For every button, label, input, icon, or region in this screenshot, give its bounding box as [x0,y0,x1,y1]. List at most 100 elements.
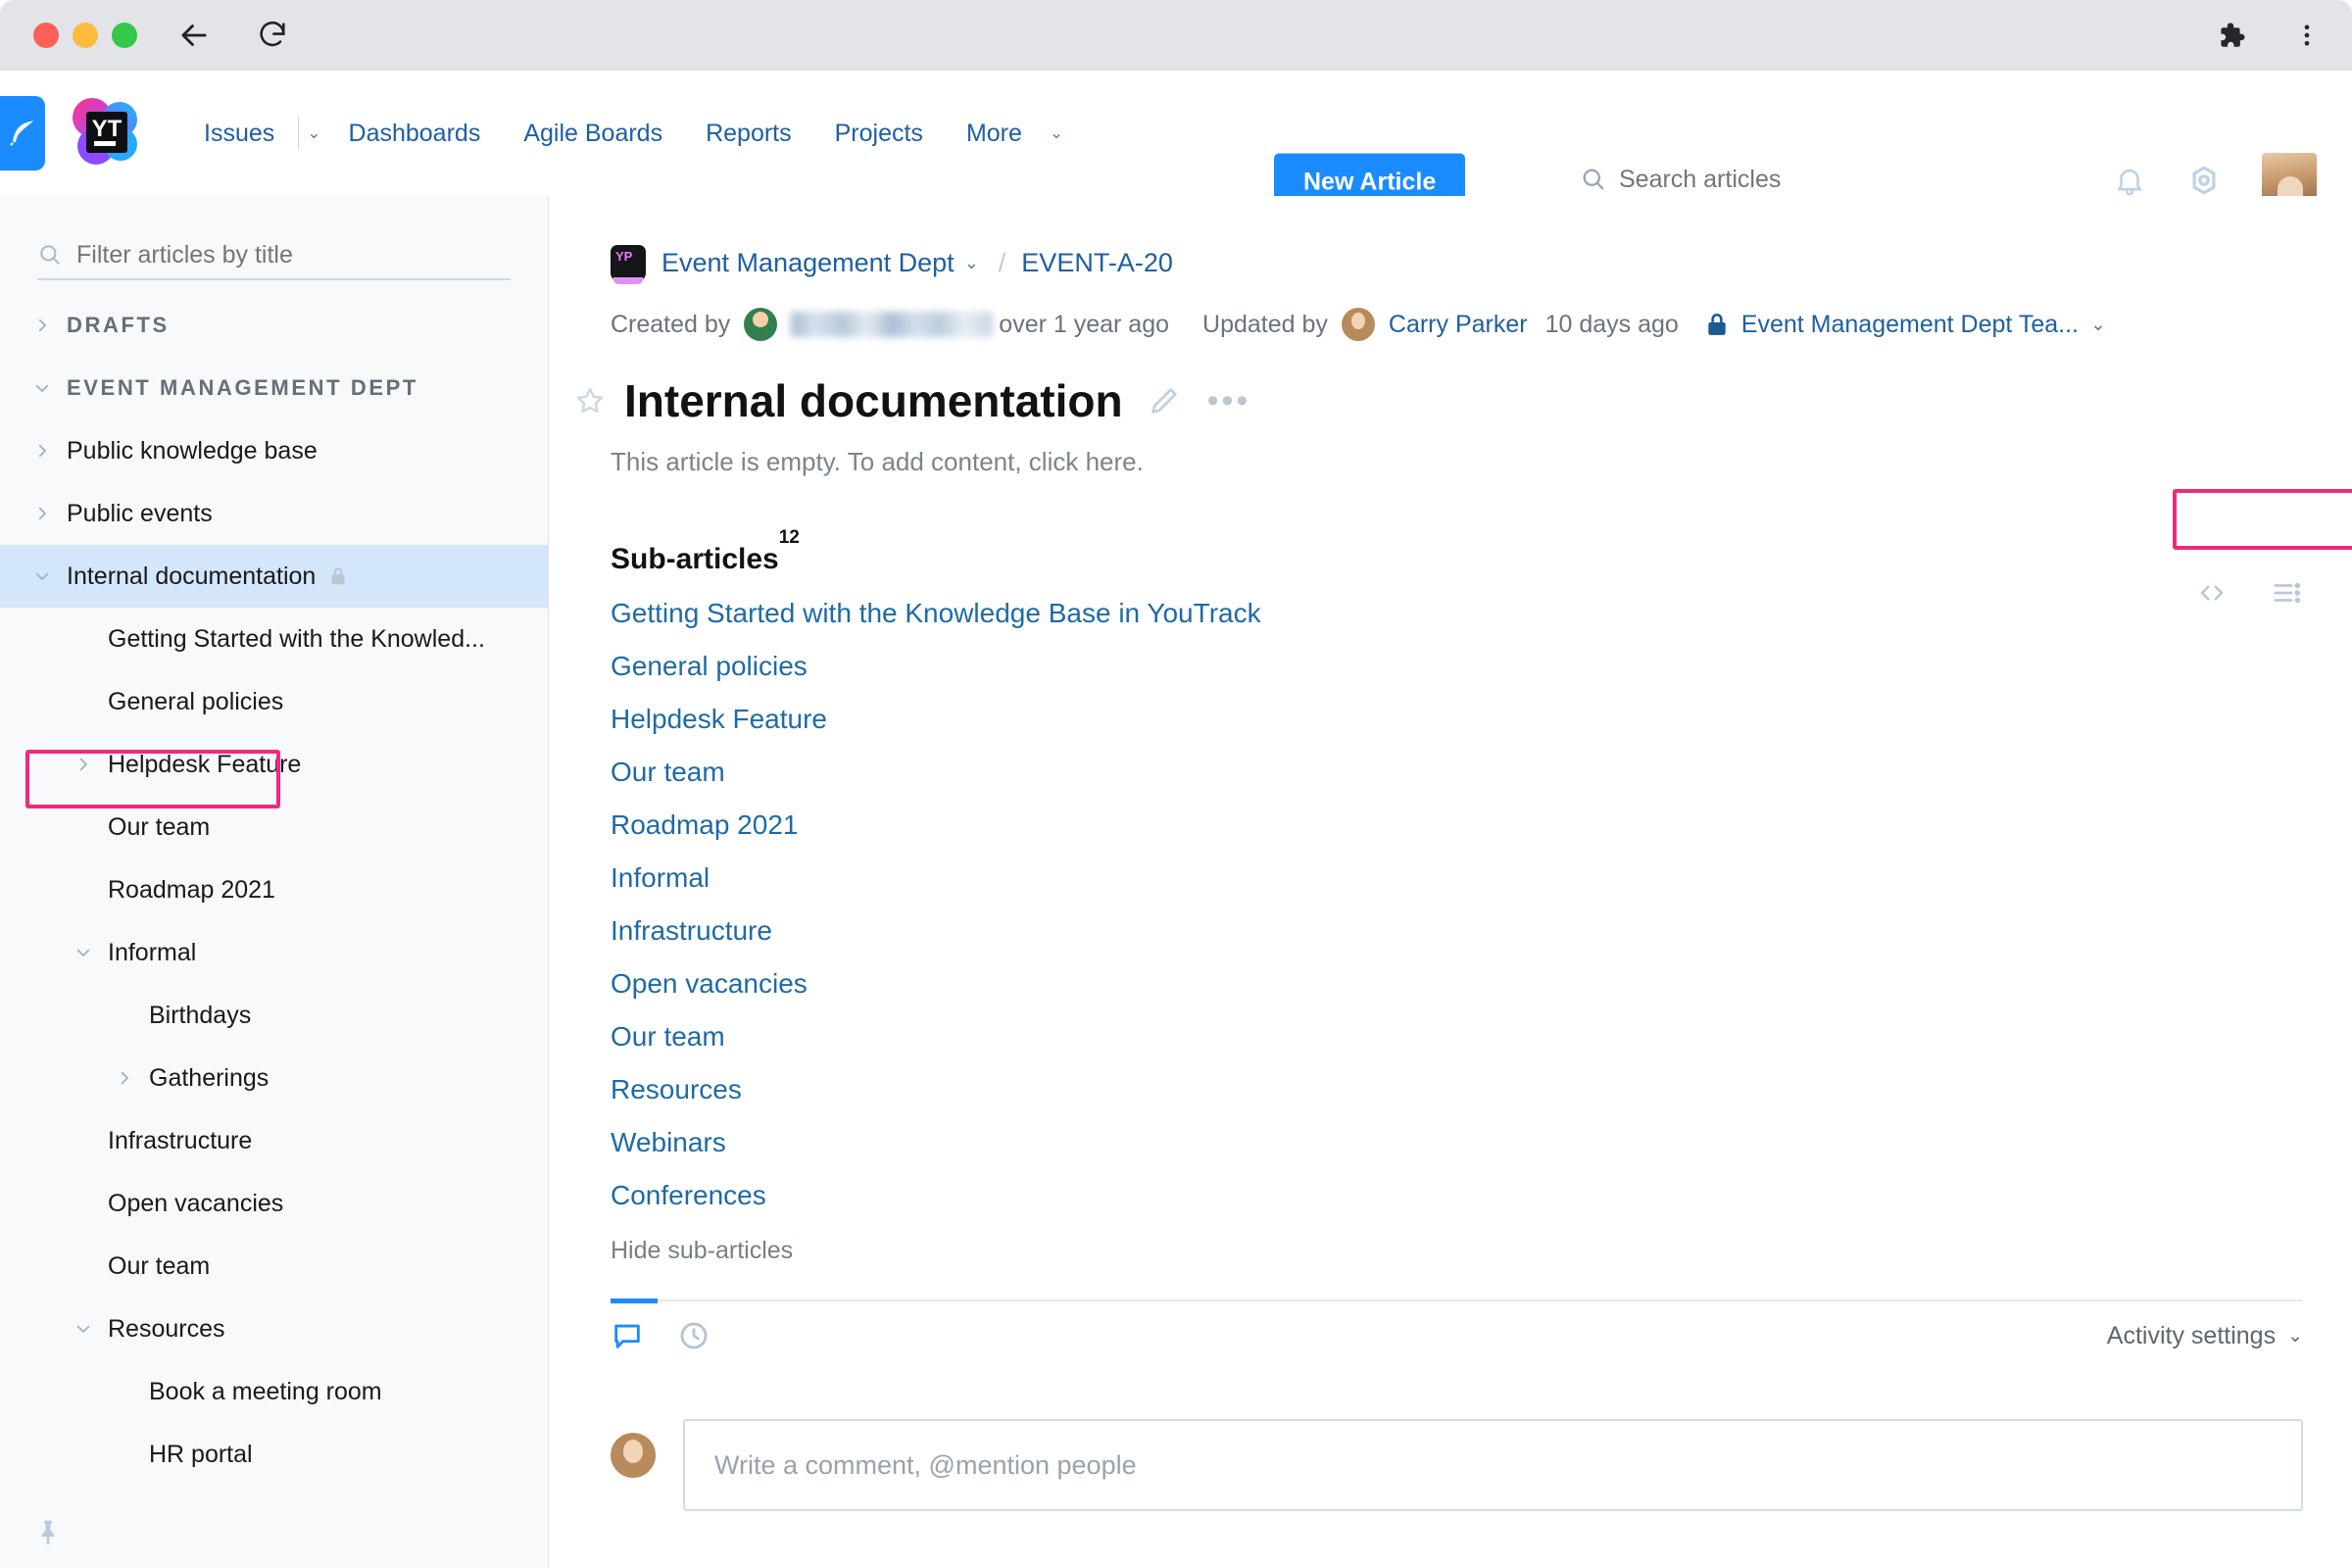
articles-tree: DRAFTS EVENT MANAGEMENT DEPT Public knowle… [0,294,548,1486]
chevron-down-icon[interactable] [25,379,59,397]
chevron-down-icon[interactable] [25,567,59,585]
sidebar-item-internal-documentation[interactable]: Internal documentation [0,545,548,608]
star-icon[interactable] [573,384,607,417]
maximize-window-button[interactable] [112,23,137,48]
nav-divider [298,117,300,150]
sidebar-item-infrastructure[interactable]: Infrastructure [0,1109,548,1172]
subarticle-link[interactable]: Our team [611,757,725,788]
active-tab-indicator [611,1298,658,1303]
sidebar-item-informal[interactable]: Informal [0,921,548,984]
subarticle-link[interactable]: General policies [611,651,808,682]
sidebar-item-label: Helpdesk Feature [108,750,302,778]
sidebar-item-drafts[interactable]: DRAFTS [0,294,548,357]
chevron-right-icon[interactable] [67,756,100,773]
chevron-right-icon[interactable] [25,442,59,460]
reload-icon[interactable] [251,14,294,57]
sidebar-item-our-team[interactable]: Our team [0,1235,548,1298]
sidebar-item-general-policies[interactable]: General policies [0,670,548,733]
subarticle-link[interactable]: Roadmap 2021 [611,809,798,841]
sidebar-item-gatherings[interactable]: Gatherings [0,1047,548,1109]
breadcrumb-chevron-down-icon[interactable]: ⌄ [964,253,979,273]
subarticle-link[interactable]: Webinars [611,1127,726,1158]
sidebar-item-getting-started-with-the-knowled[interactable]: Getting Started with the Knowled... [0,608,548,670]
pin-icon[interactable] [33,1517,63,1546]
comments-tab-icon[interactable] [611,1319,644,1352]
sidebar-item-book-a-meeting-room[interactable]: Book a meeting room [0,1360,548,1423]
subarticle-link[interactable]: Open vacancies [611,968,808,1000]
subarticles-section: Sub-articles12 Getting Started with the … [611,527,2352,1265]
nav-item-projects[interactable]: Projects [813,120,945,148]
breadcrumb-article-id[interactable]: EVENT-A-20 [1021,248,1173,278]
nav-item-dashboards[interactable]: Dashboards [327,120,503,148]
visibility-selector[interactable]: Event Management Dept Tea... ⌄ [1704,310,2106,339]
feedback-quill-icon[interactable] [0,96,45,171]
filter-articles-field[interactable] [37,231,511,280]
sidebar-item-public-events[interactable]: Public events [0,482,548,545]
history-tab-icon[interactable] [677,1319,710,1352]
youtrack-logo[interactable]: YT [65,92,145,172]
sidebar-item-hr-portal[interactable]: HR portal [0,1423,548,1486]
created-ago: over 1 year ago [999,310,1170,338]
chevron-right-icon[interactable] [108,1069,141,1087]
close-window-button[interactable] [33,23,59,48]
breadcrumb: YP Event Management Dept ⌄ / EVENT-A-20 [611,245,2352,284]
empty-article-note[interactable]: This article is empty. To add content, c… [611,447,2352,477]
nav-item-more[interactable]: More [945,120,1044,148]
sidebar-item-label: Public knowledge base [67,436,318,465]
sidebar-item-helpdesk-feature[interactable]: Helpdesk Feature [0,733,548,796]
articles-sidebar: DRAFTS EVENT MANAGEMENT DEPT Public knowle… [0,196,549,1568]
browser-chrome [0,0,2352,71]
sidebar-item-event-management-dept[interactable]: EVENT MANAGEMENT DEPT [0,357,548,419]
subarticle-link[interactable]: Our team [611,1021,725,1053]
hide-subarticles-button[interactable]: Hide sub-articles [611,1237,793,1265]
chevron-right-icon[interactable] [25,505,59,522]
code-view-icon[interactable] [2195,578,2229,608]
issues-chevron-down-icon[interactable]: ⌄ [301,123,326,143]
minimize-window-button[interactable] [73,23,98,48]
sidebar-item-label: EVENT MANAGEMENT DEPT [67,375,418,400]
subarticle-link[interactable]: Helpdesk Feature [611,704,827,735]
sidebar-item-label: Informal [108,938,197,966]
extensions-puzzle-icon[interactable] [2213,18,2248,53]
sidebar-item-public-knowledge-base[interactable]: Public knowledge base [0,419,548,482]
comment-input[interactable]: Write a comment, @mention people [683,1419,2303,1511]
nav-item-reports[interactable]: Reports [684,120,813,148]
more-options-icon[interactable]: ••• [1207,384,1251,417]
updated-by-name[interactable]: Carry Parker [1389,311,1528,339]
activity-toolbar: Activity settings ⌄ [611,1298,2303,1370]
settings-gear-icon[interactable] [2187,164,2221,197]
more-chevron-down-icon[interactable]: ⌄ [1044,123,1069,143]
nav-item-agile-boards[interactable]: Agile Boards [502,120,684,148]
filter-articles-input[interactable] [76,240,511,270]
sidebar-item-open-vacancies[interactable]: Open vacancies [0,1172,548,1235]
sidebar-item-birthdays[interactable]: Birthdays [0,984,548,1047]
subarticle-link[interactable]: Informal [611,862,710,894]
back-icon[interactable] [172,14,216,57]
subarticle-link[interactable]: Conferences [611,1180,766,1211]
sidebar-item-label: Internal documentation [67,562,317,590]
nav-item-issues[interactable]: Issues [182,120,296,148]
updated-ago: 10 days ago [1544,310,1679,338]
search-input[interactable] [1619,165,2052,194]
sidebar-item-label: Open vacancies [108,1189,284,1217]
app-header: YT Issues ⌄ Dashboards Agile Boards Repo… [0,71,2352,212]
sidebar-item-roadmap-2021[interactable]: Roadmap 2021 [0,858,548,921]
chevron-down-icon[interactable] [67,944,100,961]
subarticle-link[interactable]: Resources [611,1074,742,1105]
table-of-contents-icon[interactable] [2270,578,2303,608]
breadcrumb-project-link[interactable]: Event Management Dept [662,248,955,278]
chevron-down-icon[interactable] [67,1320,100,1338]
subarticle-link[interactable]: Infrastructure [611,915,772,947]
sidebar-item-our-team[interactable]: Our team [0,796,548,858]
highlight-visibility-selector [2173,489,2352,550]
chevron-right-icon[interactable] [25,317,59,334]
browser-menu-icon[interactable] [2289,18,2325,53]
window-controls [33,23,137,48]
notifications-bell-icon[interactable] [2113,164,2146,197]
sidebar-item-label: Resources [108,1314,225,1343]
edit-pencil-icon[interactable] [1149,385,1180,416]
updater-avatar [1341,308,1375,341]
activity-settings-button[interactable]: Activity settings ⌄ [2107,1322,2303,1350]
subarticle-link[interactable]: Getting Started with the Knowledge Base … [611,598,1261,629]
sidebar-item-resources[interactable]: Resources [0,1298,548,1360]
